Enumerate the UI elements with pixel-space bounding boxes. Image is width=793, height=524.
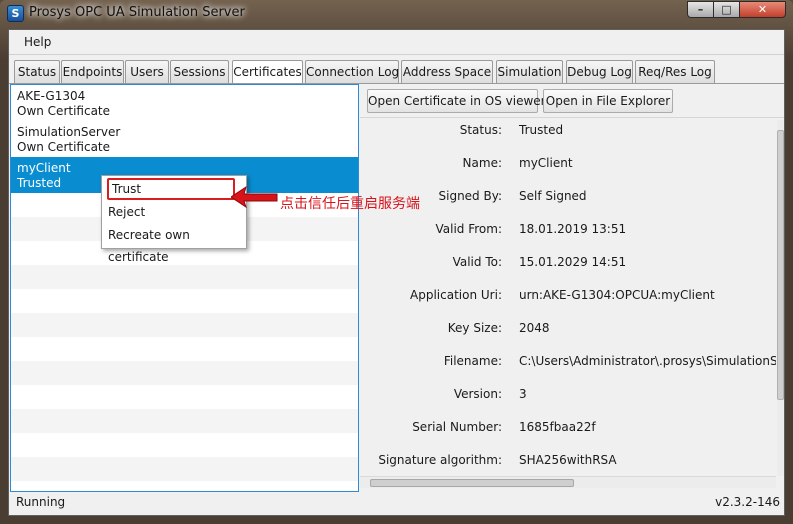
tab-certificates[interactable]: Certificates — [232, 60, 303, 85]
detail-label: Signed By: — [438, 189, 503, 203]
maximize-button[interactable]: □ — [713, 1, 740, 18]
menu-help[interactable]: Help — [24, 35, 51, 49]
detail-value: urn:AKE-G1304:OPCUA:myClient — [519, 288, 715, 302]
detail-label: Valid To: — [452, 255, 502, 269]
menu-bar: Help — [9, 30, 784, 55]
horizontal-scroll-thumb[interactable] — [370, 479, 574, 487]
app-window: S Prosys OPC UA Simulation Server – □ ✕ … — [0, 0, 793, 524]
minimize-button[interactable]: – — [687, 1, 714, 18]
status-bar: Running v2.3.2-146 — [9, 491, 784, 515]
empty-row — [11, 313, 358, 337]
detail-value: 1685fbaa22f — [519, 420, 596, 434]
empty-row — [11, 433, 358, 457]
empty-row — [11, 337, 358, 361]
detail-label: Key Size: — [447, 321, 502, 335]
certificate-status: Own Certificate — [17, 104, 111, 118]
empty-row — [11, 265, 358, 289]
window-title: Prosys OPC UA Simulation Server — [29, 5, 245, 20]
tab-simulation[interactable]: Simulation — [496, 60, 563, 84]
server-status-text: Running — [16, 495, 66, 509]
certificate-name: myClient — [17, 161, 71, 175]
detail-value: 3 — [519, 387, 527, 401]
tab-reqres-log[interactable]: Req/Res Log — [635, 60, 715, 84]
annotation-text: 点击信任后重启服务端 — [280, 196, 420, 212]
empty-row — [11, 289, 358, 313]
detail-label: Application Uri: — [410, 288, 502, 302]
detail-row-signed-by: Signed By: Self Signed — [360, 189, 776, 209]
open-file-explorer-button[interactable]: Open in File Explorer — [543, 89, 673, 113]
menu-item-recreate-certificate[interactable]: Recreate own certificate — [107, 224, 243, 264]
certificate-status: Own Certificate — [17, 140, 111, 154]
tab-status[interactable]: Status — [14, 60, 60, 84]
list-item[interactable]: SimulationServer Own Certificate — [11, 121, 358, 157]
horizontal-scrollbar[interactable] — [360, 476, 776, 488]
detail-value: myClient — [519, 156, 573, 170]
list-item[interactable]: AKE-G1304 Own Certificate — [11, 85, 358, 121]
detail-value: 18.01.2019 13:51 — [519, 222, 627, 236]
client-area: Help Status Endpoints Users Sessions Cer… — [8, 29, 785, 516]
detail-value: Trusted — [519, 123, 564, 137]
detail-label: Status: — [459, 123, 502, 137]
certificates-panel: AKE-G1304 Own Certificate SimulationServ… — [9, 83, 784, 492]
detail-row-name: Name: myClient — [360, 156, 776, 176]
detail-label: Valid From: — [435, 222, 502, 236]
menu-item-trust[interactable]: Trust — [107, 178, 235, 200]
toolbar: Open Certificate in OS viewer Open in Fi… — [360, 84, 784, 118]
title-bar[interactable]: S Prosys OPC UA Simulation Server – □ ✕ — [0, 0, 793, 28]
detail-row-version: Version: 3 — [360, 387, 776, 407]
tab-endpoints[interactable]: Endpoints — [61, 60, 124, 84]
detail-row-status: Status: Trusted — [360, 123, 776, 143]
detail-value: SHA256withRSA — [519, 453, 617, 467]
detail-label: Name: — [462, 156, 502, 170]
detail-row-valid-to: Valid To: 15.01.2029 14:51 — [360, 255, 776, 275]
version-text: v2.3.2-146 — [715, 495, 780, 509]
tab-debug-log[interactable]: Debug Log — [566, 60, 633, 84]
detail-row-valid-from: Valid From: 18.01.2019 13:51 — [360, 222, 776, 242]
detail-label: Serial Number: — [412, 420, 502, 434]
detail-row-application-uri: Application Uri: urn:AKE-G1304:OPCUA:myC… — [360, 288, 776, 308]
empty-row — [11, 361, 358, 385]
open-os-viewer-button[interactable]: Open Certificate in OS viewer — [367, 89, 546, 113]
context-menu: Trust Reject Recreate own certificate — [101, 175, 247, 264]
detail-label: Signature algorithm: — [378, 453, 502, 467]
detail-label: Filename: — [443, 354, 502, 368]
vertical-scroll-thumb[interactable] — [777, 130, 784, 400]
certificate-list[interactable]: AKE-G1304 Own Certificate SimulationServ… — [10, 84, 359, 492]
detail-value: C:\Users\Administrator\.prosys\Simulatio… — [519, 354, 776, 368]
tab-sessions[interactable]: Sessions — [170, 60, 229, 84]
empty-row — [11, 409, 358, 433]
detail-row-serial-number: Serial Number: 1685fbaa22f — [360, 420, 776, 440]
vertical-scrollbar[interactable] — [777, 120, 784, 476]
certificate-details-pane: Open Certificate in OS viewer Open in Fi… — [360, 84, 784, 492]
detail-row-key-size: Key Size: 2048 — [360, 321, 776, 341]
detail-value: 15.01.2029 14:51 — [519, 255, 627, 269]
detail-row-signature-algorithm: Signature algorithm: SHA256withRSA — [360, 453, 776, 473]
tab-users[interactable]: Users — [125, 60, 169, 84]
certificate-name: SimulationServer — [17, 125, 121, 139]
empty-row — [11, 385, 358, 409]
tab-connection-log[interactable]: Connection Log — [305, 60, 399, 84]
detail-value: Self Signed — [519, 189, 587, 203]
certificate-details: Status: Trusted Name: myClient Signed By… — [360, 120, 776, 476]
menu-item-reject[interactable]: Reject — [107, 201, 243, 223]
certificate-name: AKE-G1304 — [17, 89, 86, 103]
detail-row-filename: Filename: C:\Users\Administrator\.prosys… — [360, 354, 776, 374]
tab-bar: Status Endpoints Users Sessions Certific… — [9, 60, 784, 85]
detail-value: 2048 — [519, 321, 550, 335]
tab-address-space[interactable]: Address Space — [401, 60, 493, 84]
close-button[interactable]: ✕ — [739, 1, 786, 18]
app-logo-icon: S — [7, 5, 24, 22]
empty-row — [11, 457, 358, 481]
detail-label: Version: — [453, 387, 502, 401]
